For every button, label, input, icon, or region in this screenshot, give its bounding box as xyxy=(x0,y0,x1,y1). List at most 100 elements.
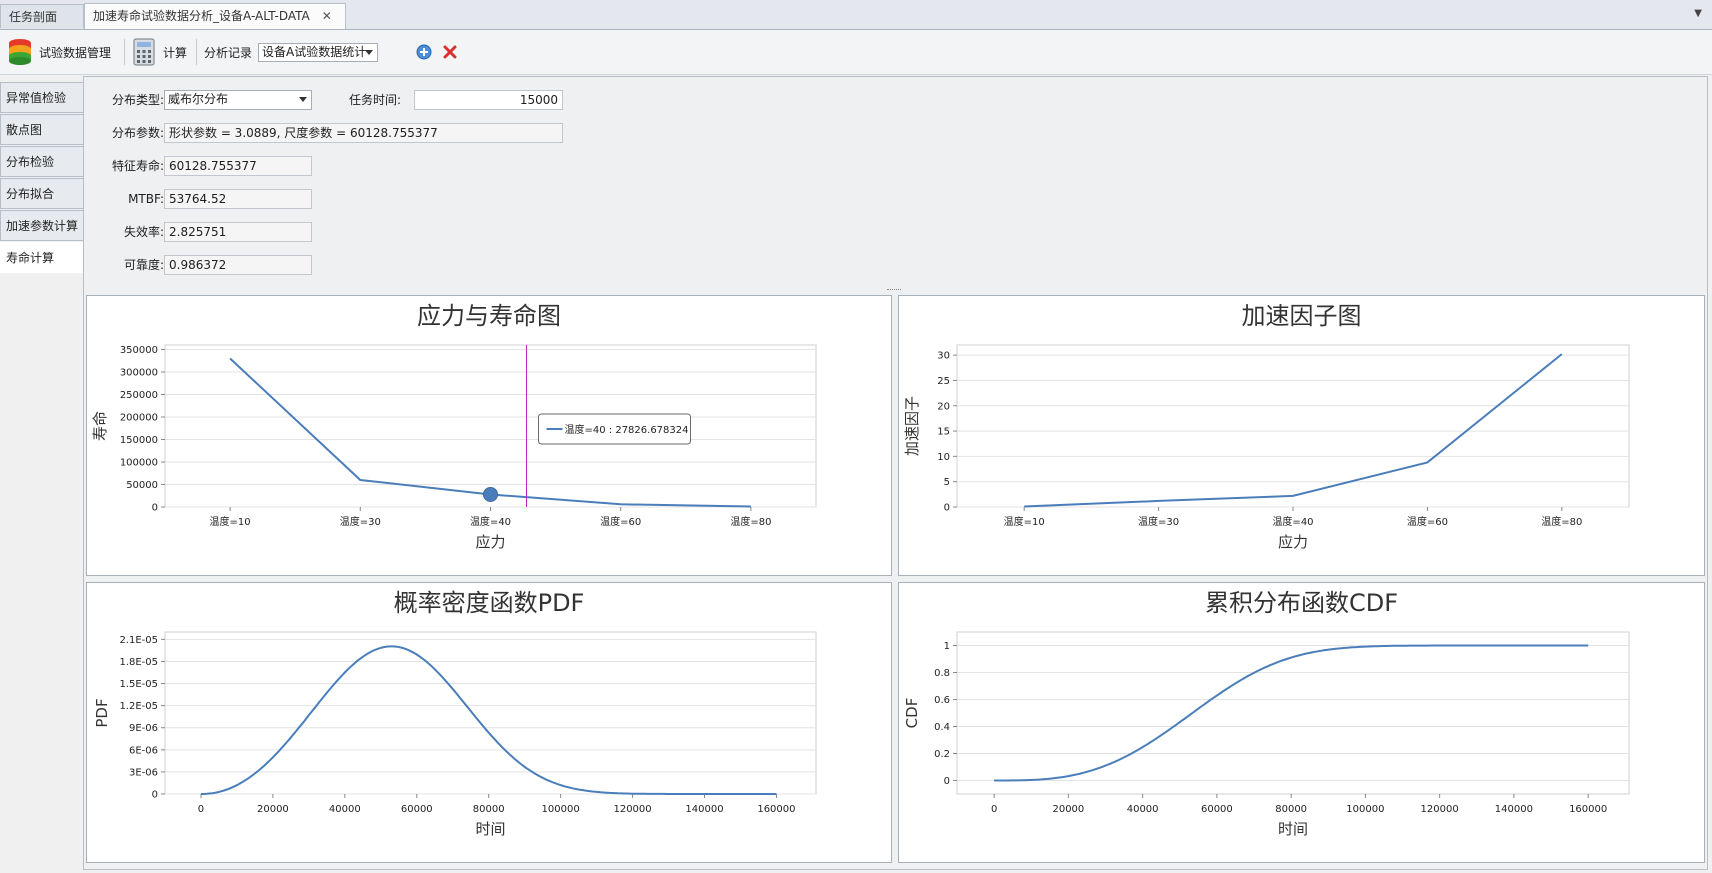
tab-task-profile[interactable]: 任务剖面 xyxy=(0,4,84,28)
document-tab-bar: 任务剖面 加速寿命试验数据分析_设备A-ALT-DATA ✕ ▼ xyxy=(0,0,1712,30)
delete-icon xyxy=(443,45,457,59)
x-tick-label: 温度=30 xyxy=(340,515,381,528)
y-tick-label: 0.6 xyxy=(934,695,950,706)
y-axis-title: 寿命 xyxy=(91,411,109,441)
nav-item-distribution-test[interactable]: 分布检验 xyxy=(0,146,83,177)
x-tick-label: 160000 xyxy=(757,804,795,815)
y-tick-label: 0.2 xyxy=(934,749,950,760)
y-tick-label: 3E-06 xyxy=(129,767,158,778)
x-tick-label: 140000 xyxy=(1495,804,1533,815)
x-tick-label: 温度=60 xyxy=(600,515,641,528)
x-axis-title: 时间 xyxy=(1278,820,1308,838)
failure-rate-field[interactable]: 2.825751 xyxy=(164,222,312,242)
task-time-input[interactable]: 15000 xyxy=(414,90,563,110)
x-tick-label: 40000 xyxy=(329,804,361,815)
y-tick-label: 30 xyxy=(937,351,950,362)
main-content: 分布类型: 威布尔分布 任务时间: 15000 分布参数: 形状参数 = 3.0… xyxy=(83,76,1708,870)
acceleration-factor-chart-panel: 加速因子图 应力 加速因子 0 5 10 15 20 25 30 温度=10 温度=30 温度=40 温度… xyxy=(898,295,1705,576)
y-tick-label: 0 xyxy=(944,776,950,787)
calculate-button[interactable]: 计算 xyxy=(133,30,187,74)
y-tick-label: 0 xyxy=(152,790,158,801)
pdf-chart-panel: 概率密度函数PDF 时间 PDF 0 3E-06 6E-06 9E-06 1.2E-05 1.5… xyxy=(86,582,892,863)
x-tick-label: 温度=10 xyxy=(210,515,251,528)
y-tick-label: 1.8E-05 xyxy=(119,657,158,668)
dist-params-field[interactable]: 形状参数 = 3.0889, 尺度参数 = 60128.755377 xyxy=(164,123,563,143)
analysis-record-wrapper: 设备A试验数据统计 xyxy=(258,30,378,74)
cdf-chart: 累积分布函数CDF 时间 CDF 0 0.2 0.4 0.6 0.8 1 0 20000 40000 6… xyxy=(903,589,1630,838)
chevron-down-icon xyxy=(299,97,307,102)
toolbar-separator xyxy=(196,39,197,65)
x-tick-label: 温度=80 xyxy=(1541,515,1582,528)
y-tick-label: 250000 xyxy=(120,390,158,401)
tab-label: 任务剖面 xyxy=(9,10,58,24)
x-tick-label: 120000 xyxy=(613,804,651,815)
mtbf-field[interactable]: 53764.52 xyxy=(164,189,312,209)
x-tick-label: 0 xyxy=(991,804,997,815)
y-tick-label: 200000 xyxy=(120,413,158,424)
chart-title: 应力与寿命图 xyxy=(417,302,561,330)
calculator-icon xyxy=(133,38,155,66)
y-tick-label: 150000 xyxy=(120,435,158,446)
x-tick-label: 60000 xyxy=(401,804,433,815)
x-tick-label: 100000 xyxy=(542,804,580,815)
dist-params-label: 分布参数: xyxy=(111,126,164,140)
failure-rate-label: 失效率: xyxy=(123,225,164,239)
plot-area xyxy=(164,631,817,795)
analysis-record-label: 分析记录 xyxy=(204,45,253,60)
chart-title: 加速因子图 xyxy=(1242,302,1362,330)
y-tick-label: 1.2E-05 xyxy=(119,701,158,712)
splitter-handle[interactable] xyxy=(887,289,901,292)
delete-record-button[interactable] xyxy=(443,30,457,74)
y-tick-label: 100000 xyxy=(120,458,158,469)
reliability-field[interactable]: 0.986372 xyxy=(164,255,312,275)
left-nav: 异常值检验 散点图 分布检验 分布拟合 加速参数计算 寿命计算 xyxy=(0,82,83,274)
y-tick-label: 2.1E-05 xyxy=(119,635,158,646)
y-tick-label: 0.8 xyxy=(934,668,950,679)
nav-item-life-calculation[interactable]: 寿命计算 xyxy=(0,242,83,273)
chevron-down-icon xyxy=(365,49,373,55)
cdf-chart-panel: 累积分布函数CDF 时间 CDF 0 0.2 0.4 0.6 0.8 1 0 20000 40000 6… xyxy=(898,582,1705,863)
x-tick-label: 100000 xyxy=(1346,804,1384,815)
x-axis-title: 应力 xyxy=(475,533,505,551)
y-tick-label: 0 xyxy=(152,503,158,514)
char-life-field[interactable]: 60128.755377 xyxy=(164,156,312,176)
selected-data-point xyxy=(483,486,498,502)
y-tick-label: 0.4 xyxy=(934,722,950,733)
y-tick-label: 350000 xyxy=(120,345,158,356)
y-tick-label: 50000 xyxy=(126,480,158,491)
x-tick-label: 160000 xyxy=(1569,804,1607,815)
toolbar: 试验数据管理 计算 分析记录 设备A试验数据统计 xyxy=(0,30,1712,75)
task-time-label: 任务时间: xyxy=(348,93,401,107)
data-management-button[interactable]: 试验数据管理 xyxy=(7,30,111,74)
nav-item-acceleration-params[interactable]: 加速参数计算 xyxy=(0,210,83,241)
x-tick-label: 温度=10 xyxy=(1004,515,1045,528)
x-tick-label: 40000 xyxy=(1127,804,1159,815)
y-tick-label: 20 xyxy=(937,401,950,412)
x-tick-label: 80000 xyxy=(1275,804,1307,815)
nav-item-outlier-test[interactable]: 异常值检验 xyxy=(0,82,83,113)
x-tick-label: 140000 xyxy=(685,804,723,815)
x-tick-label: 80000 xyxy=(473,804,505,815)
add-record-button[interactable] xyxy=(416,30,432,74)
y-tick-label: 10 xyxy=(937,452,950,463)
close-icon[interactable]: ✕ xyxy=(322,9,332,23)
x-tick-label: 温度=60 xyxy=(1407,515,1448,528)
x-tick-label: 温度=30 xyxy=(1138,515,1179,528)
reliability-label: 可靠度: xyxy=(123,258,164,272)
nav-item-scatter-plot[interactable]: 散点图 xyxy=(0,114,83,145)
tab-alt-analysis[interactable]: 加速寿命试验数据分析_设备A-ALT-DATA ✕ xyxy=(84,3,346,29)
x-tick-label: 温度=40 xyxy=(470,515,511,528)
analysis-record-select[interactable]: 设备A试验数据统计 xyxy=(258,42,378,62)
x-tick-label: 20000 xyxy=(1052,804,1084,815)
x-axis-title: 时间 xyxy=(475,820,505,838)
y-tick-label: 6E-06 xyxy=(129,745,158,756)
y-tick-label: 0 xyxy=(944,503,950,514)
y-axis-title: PDF xyxy=(93,698,111,727)
dist-type-select[interactable]: 威布尔分布 xyxy=(164,90,312,110)
tab-label: 加速寿命试验数据分析_设备A-ALT-DATA xyxy=(93,9,310,23)
chevron-down-icon[interactable]: ▼ xyxy=(1694,8,1702,19)
nav-item-distribution-fit[interactable]: 分布拟合 xyxy=(0,178,83,209)
tooltip-text: 温度=40 : 27826.678324 xyxy=(565,423,689,436)
y-tick-label: 15 xyxy=(937,427,950,438)
pdf-chart: 概率密度函数PDF 时间 PDF 0 3E-06 6E-06 9E-06 1.2E-05 1.5… xyxy=(93,589,817,838)
